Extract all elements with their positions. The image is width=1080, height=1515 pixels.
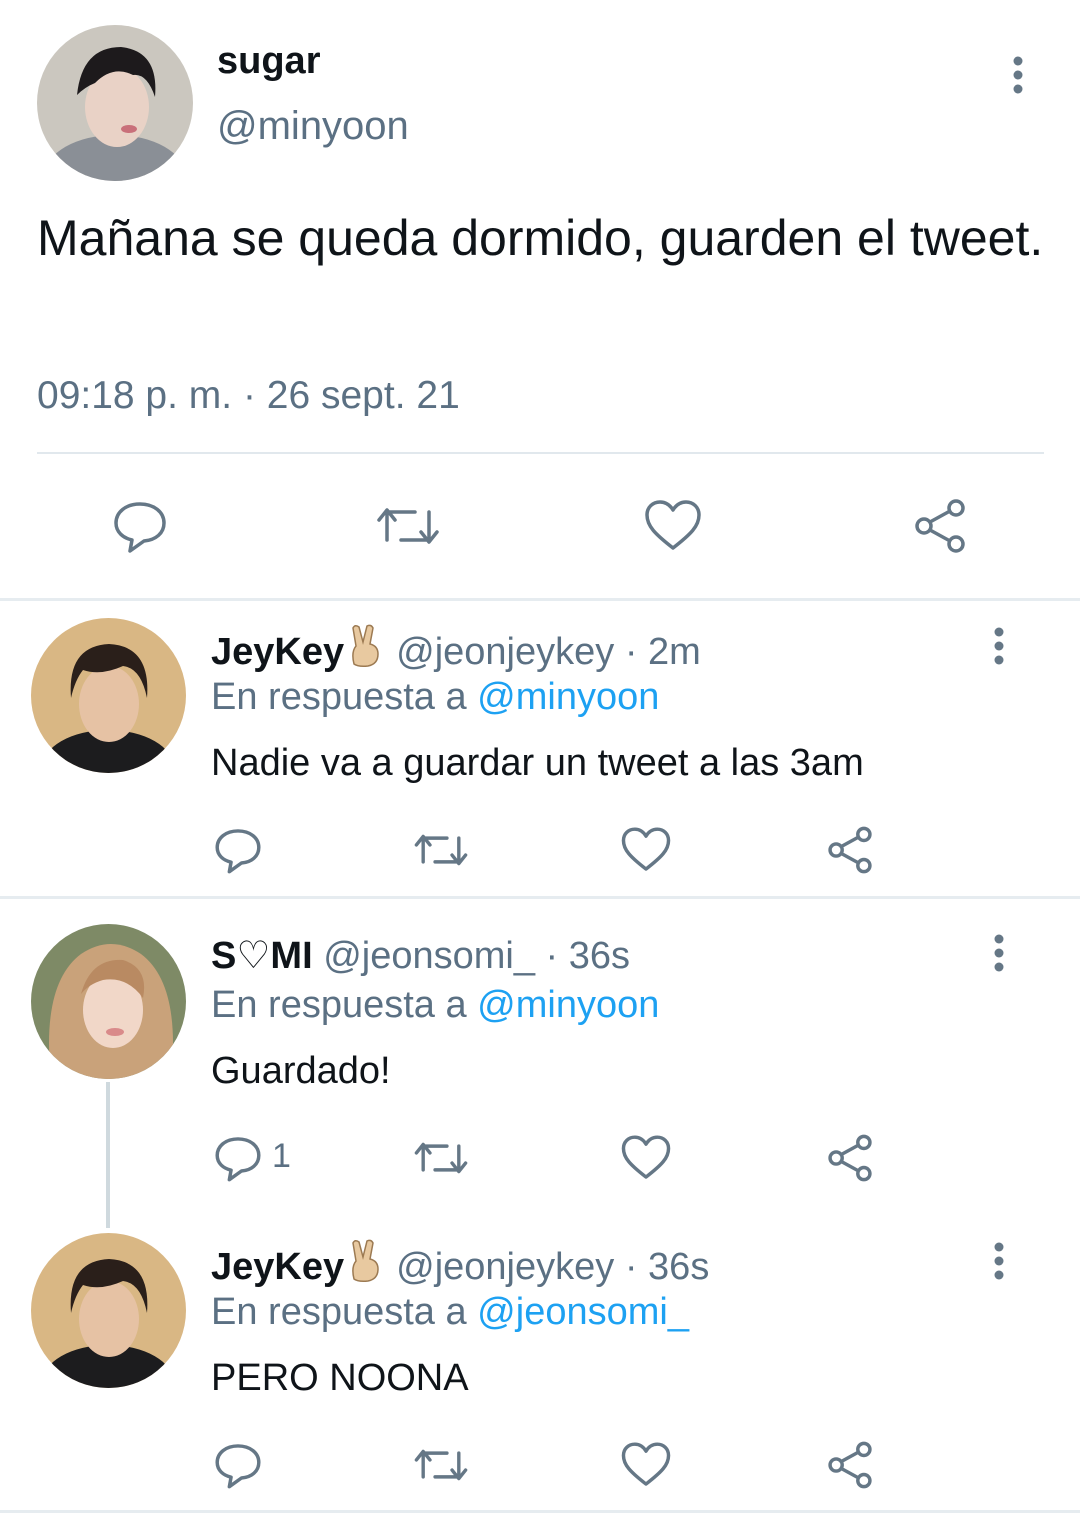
author-handle[interactable]: @jeonjeykey bbox=[396, 631, 614, 673]
author-handle[interactable]: @minyoon bbox=[217, 104, 409, 149]
like-icon[interactable] bbox=[620, 1439, 672, 1491]
avatar[interactable] bbox=[31, 924, 186, 1079]
main-tweet: sugar @minyoon Mañana se queda dormido, … bbox=[0, 0, 1080, 600]
in-reply-prefix: En respuesta a bbox=[211, 984, 467, 1026]
reply-header: JeyKey @jeonjeykey · 2m bbox=[211, 624, 701, 674]
like-icon[interactable] bbox=[620, 1132, 672, 1184]
avatar[interactable] bbox=[37, 25, 193, 181]
retweet-icon[interactable] bbox=[413, 1439, 469, 1491]
reply-time[interactable]: 2m bbox=[648, 631, 701, 673]
more-options-icon[interactable] bbox=[985, 933, 1013, 973]
reply-tweet[interactable]: JeyKey @jeonjeykey · 36s En respuesta a @… bbox=[0, 1219, 1080, 1511]
mention-link[interactable]: @jeonsomi_ bbox=[477, 1291, 689, 1333]
separator-dot: · bbox=[545, 935, 559, 977]
like-icon[interactable] bbox=[620, 824, 672, 876]
in-reply-to: En respuesta a @jeonsomi_ bbox=[211, 1291, 689, 1334]
reply-text: Nadie va a guardar un tweet a las 3am bbox=[211, 742, 864, 784]
author-name[interactable]: sugar bbox=[217, 40, 320, 83]
tweet-timestamp[interactable]: 09:18 p. m. · 26 sept. 21 bbox=[37, 374, 460, 418]
in-reply-prefix: En respuesta a bbox=[211, 1291, 467, 1333]
retweet-icon[interactable] bbox=[413, 1132, 469, 1184]
reply-icon[interactable] bbox=[212, 1439, 264, 1491]
reply-text: Guardado! bbox=[211, 1050, 391, 1092]
like-icon[interactable] bbox=[643, 496, 703, 556]
share-icon[interactable] bbox=[910, 496, 970, 556]
reply-time[interactable]: 36s bbox=[569, 935, 630, 977]
reply-count: 1 bbox=[272, 1137, 291, 1175]
author-name[interactable]: JeyKey bbox=[211, 1246, 344, 1288]
reply-header: S♡MI @jeonsomi_ · 36s bbox=[211, 933, 630, 978]
divider bbox=[37, 452, 1044, 454]
in-reply-to: En respuesta a @minyoon bbox=[211, 676, 659, 719]
author-handle[interactable]: @jeonsomi_ bbox=[323, 935, 535, 977]
separator-dot: · bbox=[624, 1246, 638, 1288]
reply-icon[interactable] bbox=[212, 1132, 264, 1184]
tweet-text: Mañana se queda dormido, guarden el twee… bbox=[37, 210, 1044, 266]
author-name[interactable]: S♡MI bbox=[211, 935, 313, 977]
author-name[interactable]: JeyKey bbox=[211, 631, 344, 673]
retweet-icon[interactable] bbox=[375, 496, 439, 556]
more-options-icon[interactable] bbox=[1003, 55, 1033, 95]
more-options-icon[interactable] bbox=[985, 626, 1013, 666]
share-icon[interactable] bbox=[824, 1439, 876, 1491]
thread-connector bbox=[106, 1082, 110, 1228]
more-options-icon[interactable] bbox=[985, 1241, 1013, 1281]
victory-hand-emoji bbox=[346, 624, 386, 668]
reply-text: PERO NOONA bbox=[211, 1357, 469, 1399]
mention-link[interactable]: @minyoon bbox=[477, 676, 659, 718]
avatar[interactable] bbox=[31, 1233, 186, 1388]
victory-hand-emoji bbox=[346, 1239, 386, 1283]
avatar[interactable] bbox=[31, 618, 186, 773]
separator-dot: · bbox=[624, 631, 638, 673]
share-icon[interactable] bbox=[824, 1132, 876, 1184]
in-reply-to: En respuesta a @minyoon bbox=[211, 984, 659, 1027]
retweet-icon[interactable] bbox=[413, 824, 469, 876]
in-reply-prefix: En respuesta a bbox=[211, 676, 467, 718]
reply-tweet[interactable]: JeyKey @jeonjeykey · 2m En respuesta a @m… bbox=[0, 600, 1080, 896]
section-divider bbox=[0, 1510, 1080, 1513]
reply-icon[interactable] bbox=[110, 496, 170, 556]
share-icon[interactable] bbox=[824, 824, 876, 876]
author-handle[interactable]: @jeonjeykey bbox=[396, 1246, 614, 1288]
reply-header: JeyKey @jeonjeykey · 36s bbox=[211, 1239, 709, 1289]
reply-icon[interactable] bbox=[212, 824, 264, 876]
reply-time[interactable]: 36s bbox=[648, 1246, 709, 1288]
reply-tweet[interactable]: S♡MI @jeonsomi_ · 36s En respuesta a @mi… bbox=[0, 899, 1080, 1219]
mention-link[interactable]: @minyoon bbox=[477, 984, 659, 1026]
